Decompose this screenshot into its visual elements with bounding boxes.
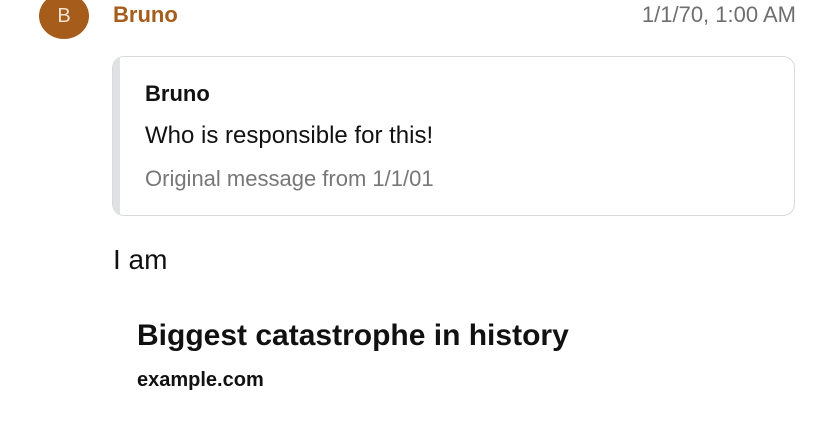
- quote-text: Who is responsible for this!: [145, 122, 434, 149]
- quote-original-date: Original message from 1/1/01: [145, 166, 434, 191]
- quoted-message[interactable]: Bruno Who is responsible for this! Origi…: [112, 56, 795, 216]
- avatar[interactable]: B: [39, 0, 89, 39]
- link-preview[interactable]: Biggest catastrophe in history example.c…: [137, 318, 777, 392]
- sender-name[interactable]: Bruno: [113, 1, 178, 29]
- quote-author: Bruno: [145, 81, 210, 106]
- link-preview-title[interactable]: Biggest catastrophe in history: [137, 318, 777, 354]
- link-preview-domain: example.com: [137, 369, 264, 391]
- message-timestamp: 1/1/70, 1:00 AM: [641, 2, 796, 27]
- chat-message: B Bruno 1/1/70, 1:00 AM Bruno Who is res…: [0, 0, 828, 423]
- quote-bar: [113, 57, 120, 215]
- message-body: I am: [113, 244, 168, 275]
